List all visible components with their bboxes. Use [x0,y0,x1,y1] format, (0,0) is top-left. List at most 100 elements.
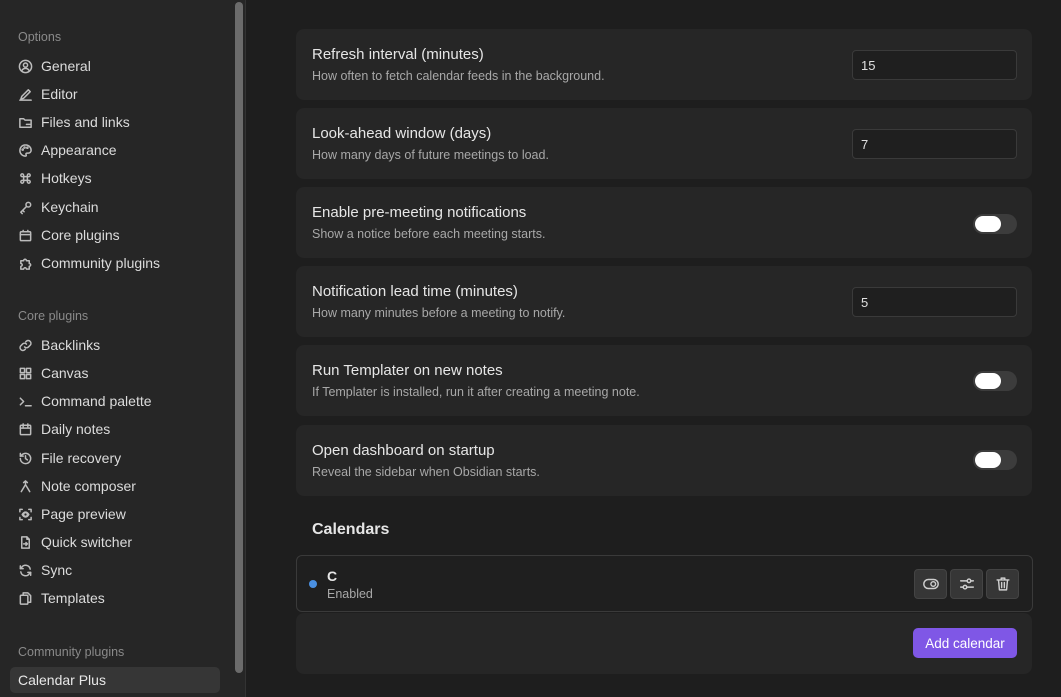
sidebar-item-calendar-plus[interactable]: Calendar Plus [10,667,220,693]
files-icon [18,591,33,606]
sidebar-item-core-plugins[interactable]: Core plugins [10,222,220,248]
calendars-heading: Calendars [312,521,390,538]
options-heading: Options [18,30,62,44]
setting-description: How often to fetch calendar feeds in the… [312,69,605,83]
sidebar-item-label: Community plugins [41,255,161,271]
sidebar-item-editor[interactable]: Editor [10,81,220,107]
sidebar-item-label: File recovery [41,450,122,466]
sidebar-item-file-recovery[interactable]: File recovery [10,445,220,471]
sidebar-item-label: Appearance [41,142,117,158]
sidebar-scrollbar[interactable] [232,0,246,697]
sidebar-item-community-plugins[interactable]: Community plugins [10,250,220,276]
file-arrow-icon [18,535,33,550]
pencil-icon [18,87,33,102]
calendar-row: C Enabled [296,555,1033,612]
calendar-settings-button[interactable] [950,569,983,599]
sidebar-item-label: Keychain [41,199,99,215]
sidebar-item-appearance[interactable]: Appearance [10,137,220,163]
calendars-footer: Add calendar [296,613,1032,674]
sidebar-item-command-palette[interactable]: Command palette [10,388,220,414]
notification-lead-time-input[interactable] [852,287,1017,317]
setting-notification-lead-time: Notification lead time (minutes) How man… [296,266,1032,337]
history-icon [18,451,33,466]
pre-meeting-notifications-toggle[interactable] [973,214,1017,234]
sidebar-item-files-and-links[interactable]: Files and links [10,109,220,135]
setting-description: If Templater is installed, run it after … [312,385,640,399]
sidebar-item-page-preview[interactable]: Page preview [10,501,220,527]
sidebar-item-label: Command palette [41,393,152,409]
sidebar-item-label: Quick switcher [41,534,133,550]
toggle-knob [975,452,1001,468]
setting-description: Reveal the sidebar when Obsidian starts. [312,465,540,479]
sidebar-item-label: Canvas [41,365,89,381]
layout-grid-icon [18,366,33,381]
sidebar-item-label: Core plugins [41,227,120,243]
run-templater-toggle[interactable] [973,371,1017,391]
delete-calendar-button[interactable] [986,569,1019,599]
sidebar-item-label: Page preview [41,506,126,522]
eye-toggle-icon [922,575,940,593]
puzzle-icon [18,256,33,271]
preview-icon [18,507,33,522]
setting-name: Open dashboard on startup [312,442,495,459]
calendar-status: Enabled [327,587,373,601]
sidebar-item-label: Daily notes [41,421,111,437]
terminal-icon [18,394,33,409]
sidebar-item-label: General [41,58,91,74]
sidebar-item-label: Note composer [41,478,136,494]
sidebar-item-label: Editor [41,86,78,102]
look-ahead-input[interactable] [852,129,1017,159]
key-icon [18,200,33,215]
sidebar-item-general[interactable]: General [10,53,220,79]
toggle-knob [975,216,1001,232]
setting-name: Look-ahead window (days) [312,125,492,142]
sidebar-item-templates[interactable]: Templates [10,585,220,611]
settings-sidebar: Options General Editor Files and links A… [0,0,232,697]
setting-name: Run Templater on new notes [312,362,503,379]
core-plugins-heading: Core plugins [18,309,89,323]
calendar-color-dot [309,580,317,588]
sidebar-item-sync[interactable]: Sync [10,557,220,583]
sidebar-scrollbar-thumb[interactable] [235,2,243,673]
setting-look-ahead-window: Look-ahead window (days) How many days o… [296,108,1032,179]
calendar-box-icon [18,228,33,243]
add-calendar-button[interactable]: Add calendar [913,628,1017,658]
sidebar-item-quick-switcher[interactable]: Quick switcher [10,529,220,555]
folder-icon [18,115,33,130]
merge-icon [18,479,33,494]
link-icon [18,338,33,353]
palette-icon [18,143,33,158]
settings-content: Refresh interval (minutes) How often to … [247,0,1061,697]
refresh-interval-input[interactable] [852,50,1017,80]
sliders-icon [958,575,976,593]
sidebar-item-label: Calendar Plus [18,672,106,688]
sidebar-item-label: Hotkeys [41,170,92,186]
setting-open-dashboard: Open dashboard on startup Reveal the sid… [296,425,1032,496]
sync-icon [18,563,33,578]
sidebar-item-label: Templates [41,590,105,606]
trash-icon [994,575,1012,593]
sidebar-item-note-composer[interactable]: Note composer [10,473,220,499]
sidebar-item-daily-notes[interactable]: Daily notes [10,416,220,442]
toggle-visibility-button[interactable] [914,569,947,599]
setting-description: How many days of future meetings to load… [312,148,549,162]
user-circle-icon [18,59,33,74]
calendar-name: C [327,568,338,584]
open-dashboard-toggle[interactable] [973,450,1017,470]
community-plugins-heading: Community plugins [18,645,125,659]
toggle-knob [975,373,1001,389]
setting-pre-meeting-notifications: Enable pre-meeting notifications Show a … [296,187,1032,258]
calendar-icon [18,422,33,437]
sidebar-item-backlinks[interactable]: Backlinks [10,332,220,358]
setting-description: How many minutes before a meeting to not… [312,306,566,320]
sidebar-item-label: Files and links [41,114,130,130]
setting-description: Show a notice before each meeting starts… [312,227,546,241]
sidebar-item-keychain[interactable]: Keychain [10,194,220,220]
sidebar-item-label: Sync [41,562,73,578]
setting-refresh-interval: Refresh interval (minutes) How often to … [296,29,1032,100]
setting-name: Enable pre-meeting notifications [312,204,527,221]
sidebar-item-canvas[interactable]: Canvas [10,360,220,386]
command-icon [18,171,33,186]
setting-name: Refresh interval (minutes) [312,46,484,63]
sidebar-item-hotkeys[interactable]: Hotkeys [10,165,220,191]
